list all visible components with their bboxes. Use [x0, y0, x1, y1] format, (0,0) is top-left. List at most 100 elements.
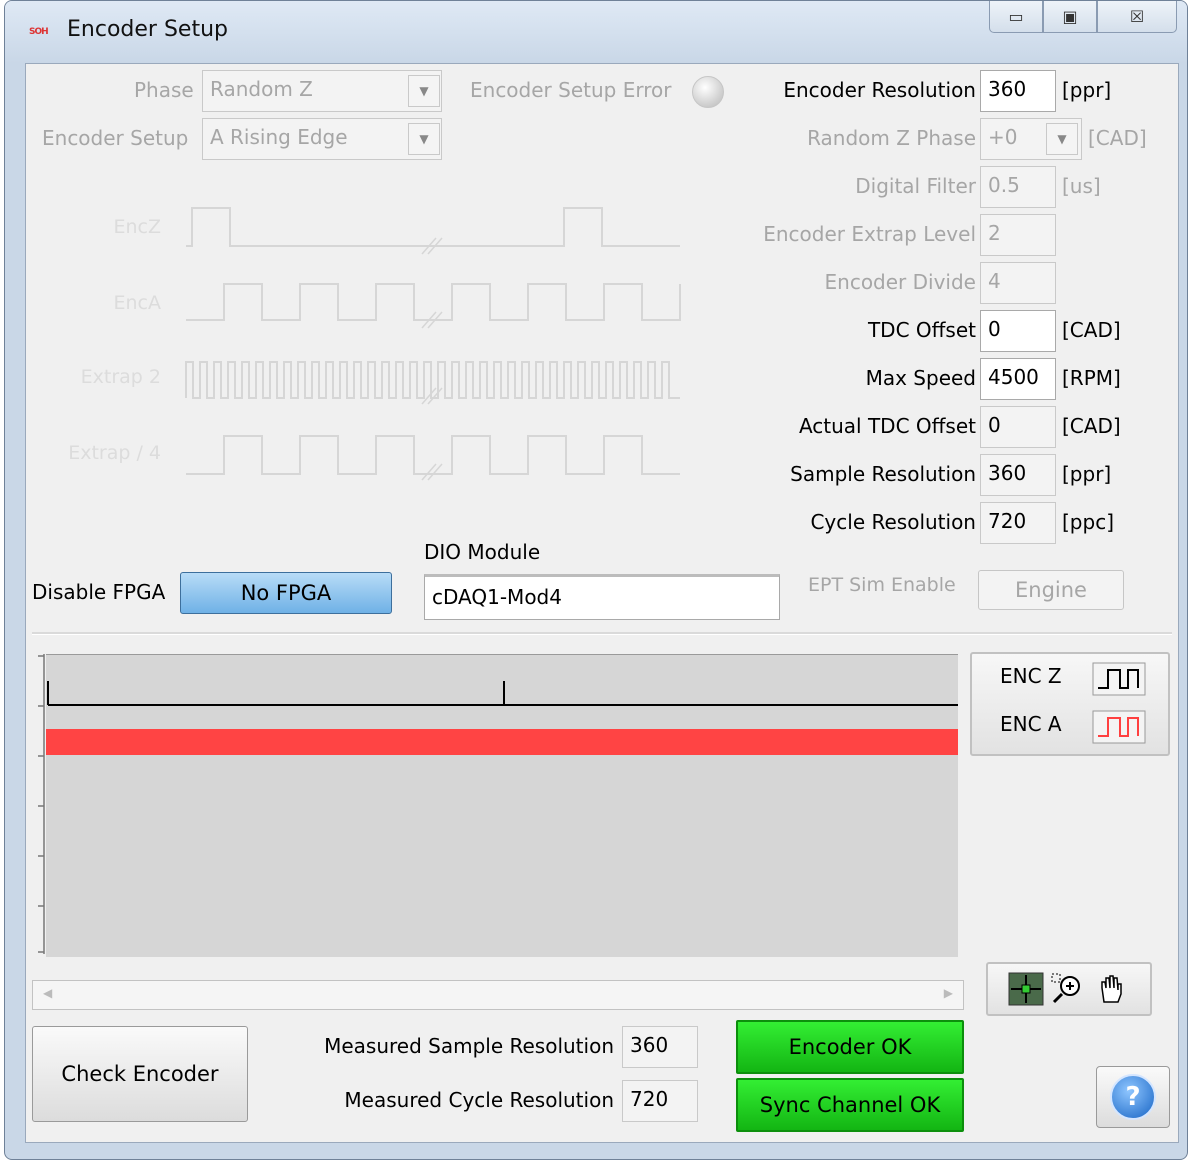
cycle-resolution-value: 720 [988, 509, 1027, 533]
actual-tdc-offset-value: 0 [988, 413, 1001, 437]
encoder-setup-select[interactable]: A Rising Edge [202, 118, 442, 160]
minimize-icon: ▭ [1008, 7, 1024, 26]
phase-label: Phase [134, 78, 194, 102]
window-title: Encoder Setup [67, 17, 228, 42]
chevron-down-icon: ▼ [419, 132, 429, 146]
scroll-right-icon[interactable]: ▶ [944, 986, 953, 1000]
engine-button[interactable]: Engine [978, 570, 1124, 610]
setting-label-actual-tdc-offset: Actual TDC Offset [798, 414, 976, 438]
encoder-divide-input[interactable]: 4 [980, 262, 1056, 304]
encoder-ok-label: Encoder OK [788, 1035, 912, 1059]
encoder-setup-label: Encoder Setup [42, 126, 189, 150]
measured-cycle-resolution-display: 720 [622, 1080, 698, 1122]
tdc-offset-input[interactable]: 0 [980, 310, 1056, 352]
setting-label-digital-filter: Digital Filter [855, 174, 976, 198]
digital-filter-unit: [us] [1062, 174, 1101, 198]
zoom-tool-icon[interactable] [1050, 972, 1086, 1006]
setting-label-max-speed: Max Speed [865, 366, 976, 390]
sync-channel-ok-indicator[interactable]: Sync Channel OK [736, 1078, 964, 1132]
actual-tdc-offset-display: 0 [980, 406, 1056, 448]
check-encoder-button[interactable]: Check Encoder [32, 1026, 248, 1122]
help-button[interactable]: ? [1096, 1066, 1170, 1128]
enc-z-legend-icon[interactable] [1092, 662, 1146, 696]
sync-channel-ok-label: Sync Channel OK [759, 1093, 941, 1117]
setting-label-encoder-extrap-level: Encoder Extrap Level [763, 222, 976, 246]
measured-cycle-resolution-label: Measured Cycle Resolution [344, 1088, 614, 1112]
max-speed-value: 4500 [988, 365, 1039, 389]
digital-filter-input[interactable]: 0.5 [980, 166, 1056, 208]
close-icon: ☒ [1129, 7, 1145, 26]
wave-label-encz: EncZ [113, 216, 161, 238]
graph-plot-area[interactable] [46, 654, 958, 957]
graph-y-axis [32, 654, 46, 956]
encoder-extrap-level-value: 2 [988, 221, 1001, 245]
section-divider [32, 632, 1172, 635]
maximize-button[interactable]: ▣ [1043, 1, 1097, 33]
sample-resolution-value: 360 [988, 461, 1027, 485]
digital-filter-value: 0.5 [988, 173, 1020, 197]
setting-label-cycle-resolution: Cycle Resolution [810, 510, 976, 534]
setting-label-tdc-offset: TDC Offset [867, 318, 976, 342]
engine-button-label: Engine [1015, 578, 1087, 602]
sample-resolution-display: 360 [980, 454, 1056, 496]
encoder-setup-error-label: Encoder Setup Error [470, 78, 672, 102]
tdc-offset-value: 0 [988, 317, 1001, 341]
phase-select[interactable]: Random Z [202, 70, 442, 112]
maximize-icon: ▣ [1062, 7, 1078, 26]
encoder-setup-dropdown-button[interactable]: ▼ [408, 123, 440, 155]
dio-module-input[interactable]: cDAQ1-Mod4 [424, 574, 780, 620]
cycle-resolution-unit: [ppc] [1062, 510, 1114, 534]
encoder-resolution-unit: [ppr] [1062, 78, 1112, 102]
cycle-resolution-display: 720 [980, 502, 1056, 544]
random-z-phase-value: +0 [988, 125, 1018, 149]
sample-resolution-unit: [ppr] [1062, 462, 1112, 486]
wave-label-extrap4: Extrap / 4 [68, 442, 161, 464]
help-icon: ? [1110, 1074, 1156, 1120]
enc-a-legend-icon[interactable] [1092, 710, 1146, 744]
encoder-setup-value: A Rising Edge [210, 125, 348, 149]
break-marks [421, 237, 443, 481]
ept-sim-enable-label: EPT Sim Enable [808, 574, 956, 596]
title-bar[interactable]: SOH Encoder Setup ▭ ▣ ☒ [5, 1, 1187, 63]
no-fpga-button[interactable]: No FPGA [180, 572, 392, 614]
encoder-setup-window: SOH Encoder Setup ▭ ▣ ☒ Phase Random Z ▼… [4, 0, 1188, 1160]
cursor-tool-icon[interactable] [1008, 972, 1044, 1006]
measured-sample-resolution-display: 360 [622, 1026, 698, 1068]
timing-diagram [185, 207, 681, 481]
setting-label-encoder-resolution: Encoder Resolution [783, 78, 976, 102]
chevron-down-icon: ▼ [1057, 132, 1067, 146]
max-speed-input[interactable]: 4500 [980, 358, 1056, 400]
main-panel: Phase Random Z ▼ Encoder Setup Error Enc… [25, 63, 1179, 1143]
encoder-resolution-input[interactable]: 360 [980, 70, 1056, 112]
pan-hand-icon[interactable] [1094, 972, 1130, 1006]
close-button[interactable]: ☒ [1097, 1, 1177, 33]
measured-sample-resolution-value: 360 [630, 1033, 669, 1057]
extrap2-wave [185, 361, 680, 399]
phase-dropdown-button[interactable]: ▼ [408, 75, 440, 107]
encoder-resolution-value: 360 [988, 77, 1027, 101]
scroll-left-icon[interactable]: ◀ [43, 986, 52, 1000]
setting-label-sample-resolution: Sample Resolution [790, 462, 976, 486]
actual-tdc-offset-unit: [CAD] [1062, 414, 1121, 438]
encoder-extrap-level-input[interactable]: 2 [980, 214, 1056, 256]
random-z-phase-dropdown-button[interactable]: ▼ [1046, 123, 1078, 155]
chevron-down-icon: ▼ [419, 84, 429, 98]
no-fpga-button-label: No FPGA [240, 581, 332, 605]
check-encoder-button-label: Check Encoder [61, 1062, 219, 1086]
setting-label-encoder-divide: Encoder Divide [824, 270, 976, 294]
encoder-ok-indicator[interactable]: Encoder OK [736, 1020, 964, 1074]
encoder-setup-error-led [692, 76, 724, 108]
window-controls: ▭ ▣ ☒ [989, 1, 1177, 35]
graph-horizontal-scrollbar[interactable]: ◀ ▶ [32, 980, 964, 1010]
enc-z-trace [47, 681, 958, 706]
minimize-button[interactable]: ▭ [989, 1, 1043, 33]
enc-a-trace [46, 729, 958, 755]
graph-palette [986, 962, 1152, 1016]
phase-value: Random Z [210, 77, 313, 101]
tdc-offset-unit: [CAD] [1062, 318, 1121, 342]
max-speed-unit: [RPM] [1062, 366, 1121, 390]
random-z-phase-unit: [CAD] [1088, 126, 1147, 150]
measured-cycle-resolution-value: 720 [630, 1087, 669, 1111]
wave-label-extrap2: Extrap 2 [80, 366, 161, 388]
wave-label-enca: EncA [113, 292, 162, 314]
